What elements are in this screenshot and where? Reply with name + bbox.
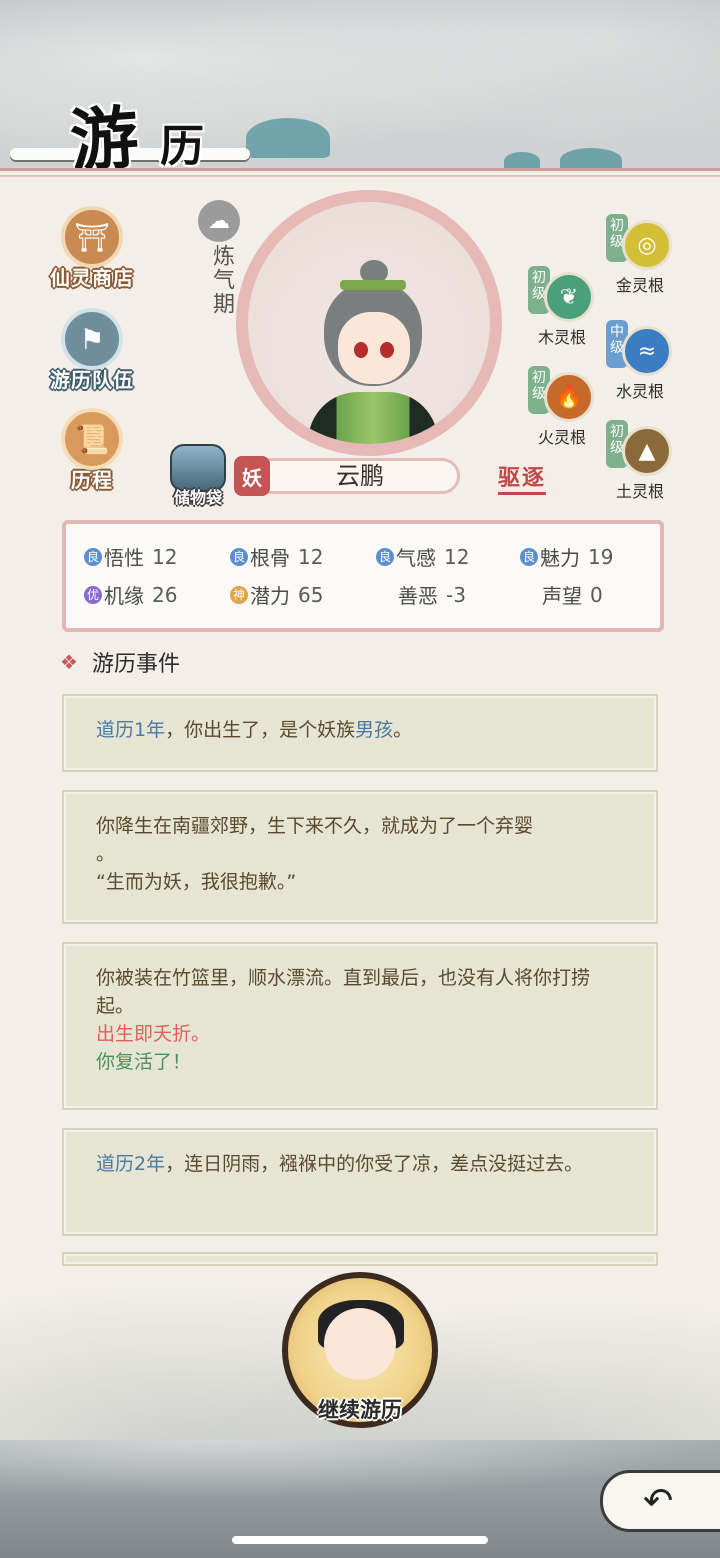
character-hairpin xyxy=(340,280,406,290)
water-root-icon: ≈ xyxy=(622,326,672,376)
event-card: 道历1年，你出生了，是个妖族男孩。 xyxy=(62,694,658,772)
travel-team-button[interactable]: ⚑ 游历队伍 xyxy=(42,308,142,393)
event-card-partial xyxy=(62,1252,658,1266)
diamond-flower-icon: ❖ xyxy=(60,650,78,674)
event-text: 。 xyxy=(96,843,116,865)
continue-travel-label[interactable]: 继续游历 xyxy=(296,1394,424,1424)
character-face xyxy=(338,312,410,384)
stat-qi-sense: 良 气感 12 xyxy=(376,542,469,571)
event-card: 道历2年，连日阴雨，襁褓中的你受了凉，差点没挺过去。 xyxy=(62,1128,658,1236)
storage-bag-label: 储物袋 xyxy=(173,488,222,507)
earth-root-icon: ▲ xyxy=(622,426,672,476)
grade-tag: 神 xyxy=(230,585,248,604)
avatar-face xyxy=(324,1308,396,1380)
grade-tag: 优 xyxy=(84,585,102,604)
event-quote: “生而为妖，我很抱歉。” xyxy=(96,871,297,893)
stat-name: 气感 xyxy=(396,546,436,570)
event-text: 。 xyxy=(393,719,413,741)
stat-name: 根骨 xyxy=(250,546,290,570)
event-text: ，连日阴雨，襁褓中的你受了凉，差点没挺过去。 xyxy=(165,1153,584,1175)
grade-tag: 良 xyxy=(84,547,102,566)
spirit-root-metal[interactable]: 初级 ◎ 金灵根 xyxy=(606,214,696,295)
stat-value: 26 xyxy=(152,582,178,607)
stat-value: 12 xyxy=(298,544,324,569)
character-portrait[interactable] xyxy=(236,190,502,456)
character-eye xyxy=(380,342,394,358)
metal-root-icon: ◎ xyxy=(622,220,672,270)
stat-potential: 神 潜力 65 xyxy=(230,580,323,609)
grade-tag: 良 xyxy=(376,547,394,566)
stat-name: 机缘 xyxy=(104,584,144,608)
flag-icon: ⚑ xyxy=(61,308,123,370)
event-highlight: 男孩 xyxy=(355,719,394,741)
stat-name: 魅力 xyxy=(540,546,580,570)
shop-icon: ⛩ xyxy=(61,206,123,268)
back-button[interactable]: ↶ xyxy=(600,1470,720,1532)
fire-root-icon: 🔥 xyxy=(544,372,594,422)
root-name: 木灵根 xyxy=(538,328,587,347)
character-body xyxy=(308,392,438,444)
root-name: 土灵根 xyxy=(616,482,665,501)
attribute-panel: 良 悟性 12 良 根骨 12 良 气感 12 良 魅力 19 优 机缘 26 … xyxy=(62,520,664,632)
storage-bag-button[interactable]: 储物袋 xyxy=(166,444,230,508)
spirit-root-water[interactable]: 中级 ≈ 水灵根 xyxy=(606,320,696,401)
stat-value: 12 xyxy=(444,544,470,569)
stat-fortune: 优 机缘 26 xyxy=(84,580,177,609)
wood-root-icon: ❦ xyxy=(544,272,594,322)
event-text: 你被装在竹篮里，顺水漂流。直到最后，也没有人将你打捞起。 xyxy=(96,967,591,1017)
grade-tag: 良 xyxy=(520,547,538,566)
events-title-text: 游历事件 xyxy=(91,652,180,677)
cultivation-realm: 炼气期 xyxy=(209,244,234,316)
home-indicator[interactable] xyxy=(232,1536,488,1544)
character-name: 云鹏 xyxy=(336,462,384,490)
title-char: 历 xyxy=(160,121,204,172)
events-section-title: ❖ 游历事件 xyxy=(60,646,180,678)
stat-value: -3 xyxy=(446,582,466,607)
stat-charm: 良 魅力 19 xyxy=(520,542,613,571)
stat-value: 65 xyxy=(298,582,324,607)
event-card: 你被装在竹篮里，顺水漂流。直到最后，也没有人将你打捞起。 出生即夭折。 你复活了… xyxy=(62,942,658,1110)
event-year: 道历1年 xyxy=(96,719,166,741)
spirit-root-earth[interactable]: 初级 ▲ 土灵根 xyxy=(606,420,696,501)
journey-history-button[interactable]: 📜 历程 xyxy=(42,408,142,493)
spirit-root-fire[interactable]: 初级 🔥 火灵根 xyxy=(528,366,618,447)
root-name: 火灵根 xyxy=(538,428,587,447)
stat-name: 声望 xyxy=(542,584,582,608)
stat-constitution: 良 根骨 12 xyxy=(230,542,323,571)
grade-tag: 良 xyxy=(230,547,248,566)
realm-cloud-icon: ☁ xyxy=(198,200,240,242)
stat-value: 19 xyxy=(588,544,614,569)
immortal-shop-button[interactable]: ⛩ 仙灵商店 xyxy=(42,206,142,291)
event-revive-text: 你复活了！ xyxy=(96,1051,192,1073)
back-arrow-icon: ↶ xyxy=(643,1480,674,1522)
spirit-root-wood[interactable]: 初级 ❦ 木灵根 xyxy=(528,266,618,347)
event-year: 道历2年 xyxy=(96,1153,166,1175)
event-text: 你降生在南疆郊野，生下来不久，就成为了一个弃婴 xyxy=(96,815,534,837)
stat-value: 0 xyxy=(590,582,603,607)
stat-value: 12 xyxy=(152,544,178,569)
stat-morality: 善恶 -3 xyxy=(398,580,466,609)
stat-name: 潜力 xyxy=(250,584,290,608)
scroll-icon: 📜 xyxy=(61,408,123,470)
root-name: 水灵根 xyxy=(616,382,665,401)
stat-name: 善恶 xyxy=(398,584,438,608)
event-death-text: 出生即夭折。 xyxy=(96,1023,211,1045)
root-name: 金灵根 xyxy=(616,276,665,295)
event-card: 你降生在南疆郊野，生下来不久，就成为了一个弃婴 。 “生而为妖，我很抱歉。” xyxy=(62,790,658,924)
event-text: ，你出生了，是个妖族 xyxy=(165,719,356,741)
character-eye xyxy=(354,342,368,358)
stat-reputation: 声望 0 xyxy=(542,580,603,609)
stat-name: 悟性 xyxy=(104,546,144,570)
expel-button[interactable]: 驱逐 xyxy=(498,460,547,495)
page-title: 游 历 xyxy=(10,88,310,182)
stat-comprehension: 良 悟性 12 xyxy=(84,542,177,571)
